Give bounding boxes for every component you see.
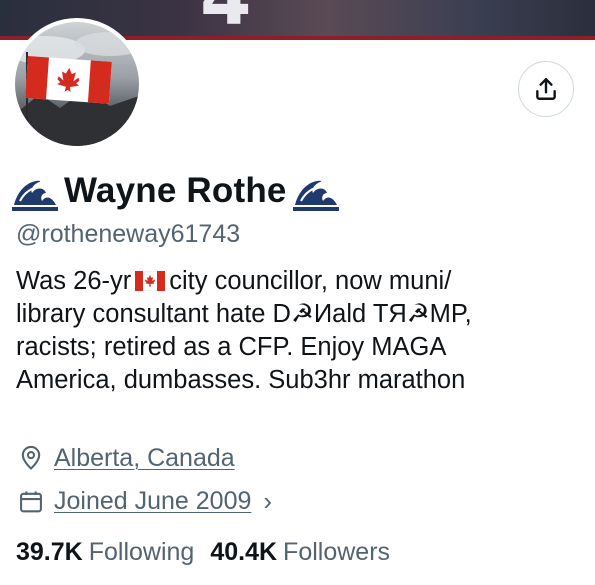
followers-label: Followers [283,538,391,566]
location-row[interactable]: Alberta, Canada [16,443,235,473]
followers-count: 40.4K [210,538,278,566]
bio-text: Was 26-yr [16,267,132,295]
followers-stat[interactable]: 40.4K Followers [210,538,390,567]
user-handle: @rotheneway61743 [16,220,241,248]
canada-flag-emoji-icon [135,271,166,291]
share-icon [536,78,556,100]
bio-line: America, dumbasses. Sub3hr marathon [16,366,466,394]
banner-text: 4 [200,0,256,40]
bio-text: city councillor, now muni/ [169,267,452,295]
bio-line: racists; retired as a CFP. Enjoy MAGA [16,333,447,361]
calendar-icon [16,487,46,517]
following-label: Following [88,538,195,566]
great-wave-emoji-icon [292,180,339,211]
following-stat[interactable]: 39.7K Following [16,538,194,567]
joined-date[interactable]: Joined June 2009 [54,487,251,516]
following-count: 39.7K [16,538,83,566]
display-name-row: Wayne Rothe [12,168,339,214]
avatar[interactable] [11,18,143,150]
bio-line: Was 26-yr city councillor, now muni/ [16,265,586,298]
location-pin-icon [16,443,46,473]
chevron-right-icon[interactable]: › [263,486,272,517]
joined-row[interactable]: Joined June 2009 › [16,486,272,517]
bio: Was 26-yr city councillor, now muni/ libr… [16,265,586,397]
display-name: Wayne Rothe [64,171,287,210]
follow-stats: 39.7K Following 40.4K Followers [16,538,406,567]
canada-flag-avatar-icon [15,22,139,146]
share-button[interactable] [518,61,574,117]
great-wave-emoji-icon [12,180,58,211]
bio-line: library consultant hate D☭Иald TЯ☭MP, [16,300,472,328]
location-link[interactable]: Alberta, Canada [54,444,235,473]
